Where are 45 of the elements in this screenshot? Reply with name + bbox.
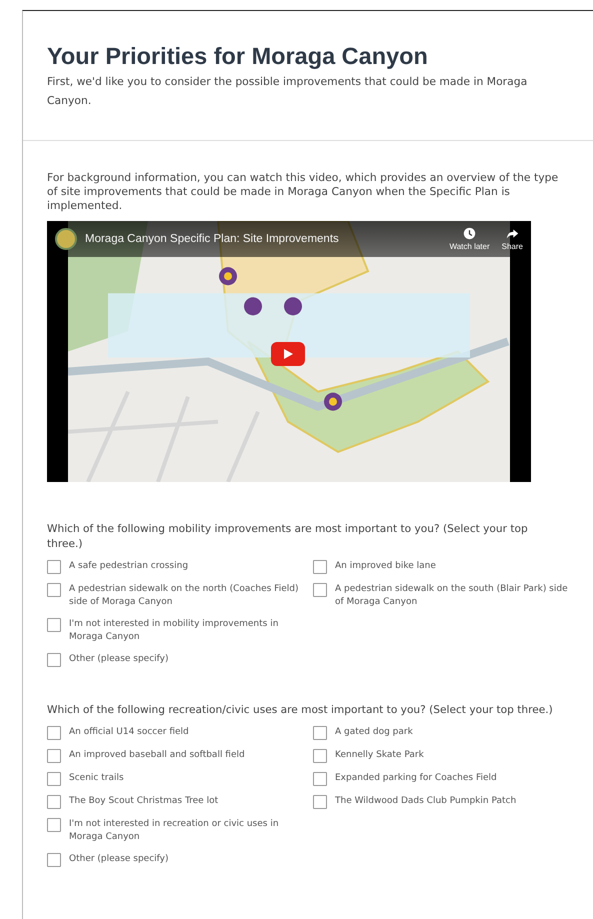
checkbox[interactable] — [47, 772, 61, 786]
option-label[interactable]: Other (please specify) — [69, 653, 313, 666]
option-label[interactable]: Scenic trails — [69, 772, 313, 785]
option-label[interactable]: I'm not interested in recreation or civic uses in Moraga Canyon — [69, 818, 313, 844]
watch-later-button[interactable]: Watch later — [449, 227, 490, 251]
checkbox[interactable] — [47, 653, 61, 667]
option-label[interactable]: A pedestrian sidewalk on the south (Blair Park) side of Moraga Canyon — [335, 583, 579, 609]
clock-icon — [463, 227, 476, 240]
intro-text: For background information, you can watch this video, which provides an overview of the type of site improvements that could be made in Moraga Canyon when the Specific Plan is implemented. — [47, 171, 560, 213]
option-label[interactable]: Other (please specify) — [69, 853, 313, 866]
checkbox[interactable] — [313, 795, 327, 809]
option-label[interactable]: A gated dog park — [335, 726, 579, 739]
share-icon — [506, 227, 519, 240]
question-text: Which of the following mobility improvements are most important to you? (Select your top three.) — [47, 522, 529, 552]
page-subtitle: First, we'd like you to consider the possible improvements that could be made in Moraga Canyon. — [47, 74, 528, 109]
share-button[interactable]: Share — [502, 227, 523, 251]
option-label[interactable]: The Wildwood Dads Club Pumpkin Patch — [335, 795, 579, 808]
checkbox[interactable] — [47, 726, 61, 740]
checkbox[interactable] — [313, 583, 327, 597]
checkbox[interactable] — [47, 618, 61, 632]
checkbox[interactable] — [313, 749, 327, 763]
checkbox[interactable] — [47, 853, 61, 867]
option-label[interactable]: An official U14 soccer field — [69, 726, 313, 739]
option-label[interactable]: Kennelly Skate Park — [335, 749, 579, 762]
option-label[interactable]: A safe pedestrian crossing — [69, 560, 313, 573]
video-title[interactable]: Moraga Canyon Specific Plan: Site Improvements — [85, 233, 339, 245]
checkbox[interactable] — [313, 726, 327, 740]
option-label[interactable]: I'm not interested in mobility improvements in Moraga Canyon — [69, 618, 313, 644]
checkbox[interactable] — [313, 560, 327, 574]
option-label[interactable]: Expanded parking for Coaches Field — [335, 772, 579, 785]
checkbox[interactable] — [47, 749, 61, 763]
channel-logo-icon — [55, 228, 77, 250]
option-label[interactable]: A pedestrian sidewalk on the north (Coaches Field) side of Moraga Canyon — [69, 583, 313, 609]
checkbox[interactable] — [313, 772, 327, 786]
question-text: Which of the following recreation/civic uses are most important to you? (Select your top three.) — [47, 703, 554, 718]
option-label[interactable]: An improved bike lane — [335, 560, 579, 573]
checkbox[interactable] — [47, 560, 61, 574]
page-title: Your Priorities for Moraga Canyon — [47, 43, 429, 70]
checkbox[interactable] — [47, 583, 61, 597]
option-label[interactable]: The Boy Scout Christmas Tree lot — [69, 795, 313, 808]
play-button[interactable] — [271, 342, 305, 366]
option-label[interactable]: An improved baseball and softball field — [69, 749, 313, 762]
checkbox[interactable] — [47, 818, 61, 832]
checkbox[interactable] — [47, 795, 61, 809]
video-player[interactable]: Moraga Canyon Specific Plan: Site Improvements Watch later Share — [47, 221, 531, 482]
